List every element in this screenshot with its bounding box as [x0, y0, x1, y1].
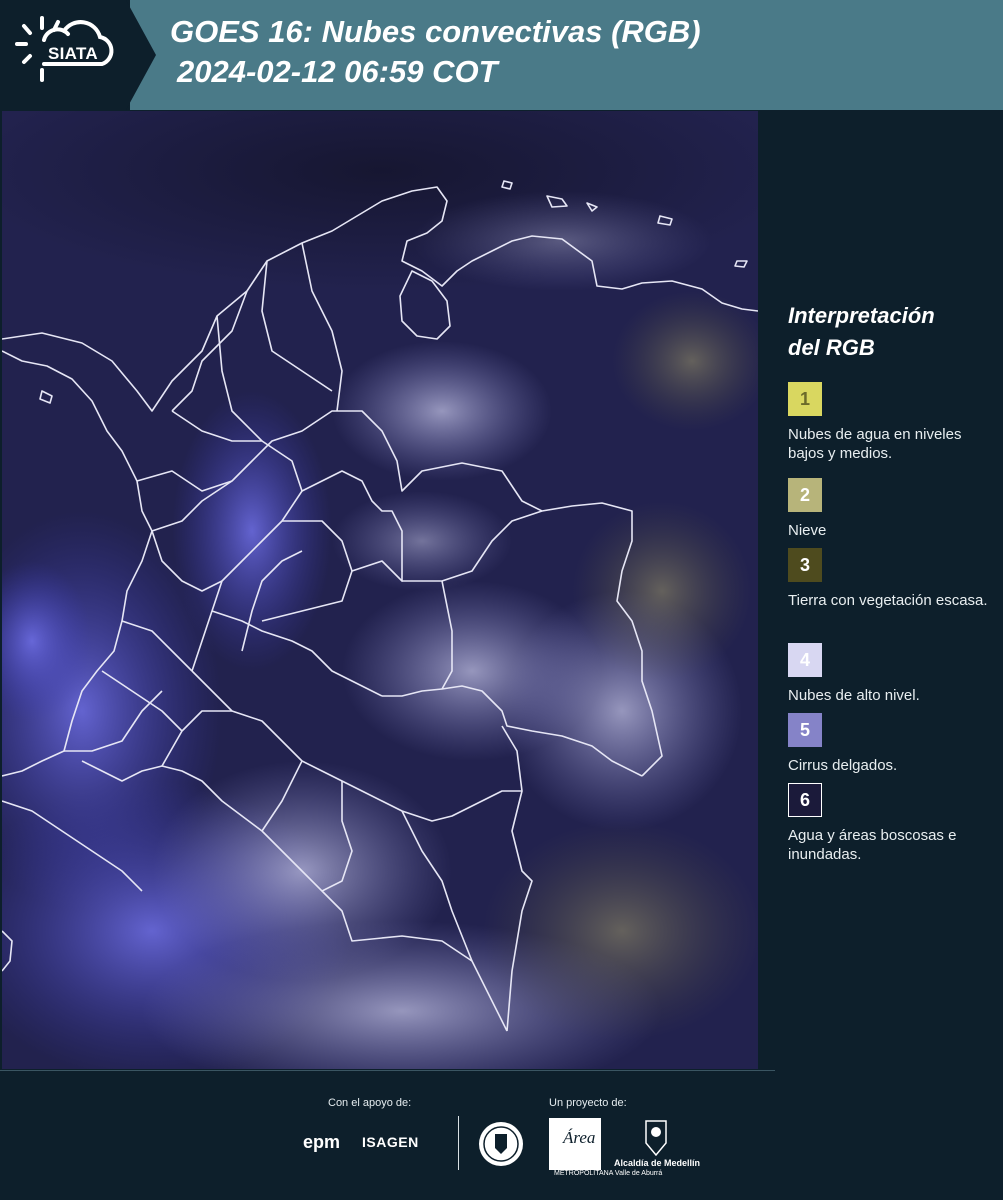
- legend-label: Tierra con vegetación escasa.: [788, 592, 988, 609]
- legend-swatch: 4: [788, 643, 822, 677]
- page-timestamp: 2024-02-12 06:59 COT: [177, 54, 498, 89]
- legend-label: Nieve: [788, 522, 827, 539]
- legend-label: Nubes de alto nivel.: [788, 687, 920, 704]
- legend-swatch: 2: [788, 478, 822, 512]
- page-title: GOES 16: Nubes convectivas (RGB): [170, 14, 701, 49]
- medellin-logo-text: Alcaldía de Medellín: [614, 1158, 701, 1168]
- legend-label: Cirrus delgados.: [788, 757, 898, 774]
- legend-label: Nubes de agua en niveles bajos y medios.: [788, 426, 962, 462]
- legend-item: 6 Agua y áreas boscosas e inundadas.: [788, 783, 988, 863]
- medellin-shield-icon: [645, 1120, 667, 1156]
- support-caption: Con el apoyo de:: [328, 1097, 412, 1109]
- medellin-seal-icon: [479, 1122, 523, 1166]
- footer: Con el apoyo de: Un proyecto de: epm ISA…: [0, 1070, 1003, 1200]
- legend-title-line2: del RGB: [788, 335, 875, 360]
- legend-title: Interpretación del RGB: [788, 300, 988, 364]
- logo-chevron: [126, 0, 156, 110]
- legend-title-line1: Interpretación: [788, 303, 935, 328]
- satellite-image: [2, 111, 758, 1069]
- legend-panel: Interpretación del RGB 1 Nubes de agua e…: [788, 300, 988, 863]
- area-metropolitana-subtitle: METROPOLITANA Valle de Aburrá: [554, 1170, 663, 1177]
- project-caption: Un proyecto de:: [549, 1097, 627, 1109]
- area-metropolitana-logo: Área: [549, 1118, 601, 1170]
- legend-label: Agua y áreas boscosas e inundadas.: [788, 827, 957, 863]
- header-bar: SIATA GOES 16: Nubes convectivas (RGB) 2…: [0, 0, 1003, 110]
- footer-divider-line: [0, 1070, 775, 1071]
- legend-item: 4 Nubes de alto nivel.: [788, 643, 988, 713]
- legend-swatch: 3: [788, 548, 822, 582]
- satellite-map: [2, 111, 758, 1069]
- siata-logo: SIATA: [0, 0, 130, 110]
- legend-item: 2 Nieve: [788, 478, 988, 548]
- legend-swatch: 5: [788, 713, 822, 747]
- logo-text: SIATA: [48, 44, 98, 63]
- legend-item: 3 Tierra con vegetación escasa.: [788, 548, 988, 643]
- legend-swatch: 6: [788, 783, 822, 817]
- footer-divider: [458, 1116, 459, 1170]
- legend-item: 1 Nubes de agua en niveles bajos y medio…: [788, 382, 988, 478]
- isagen-logo: ISAGEN: [362, 1134, 419, 1150]
- legend-item: 5 Cirrus delgados.: [788, 713, 988, 783]
- epm-logo: epm: [303, 1132, 341, 1152]
- legend-swatch: 1: [788, 382, 822, 416]
